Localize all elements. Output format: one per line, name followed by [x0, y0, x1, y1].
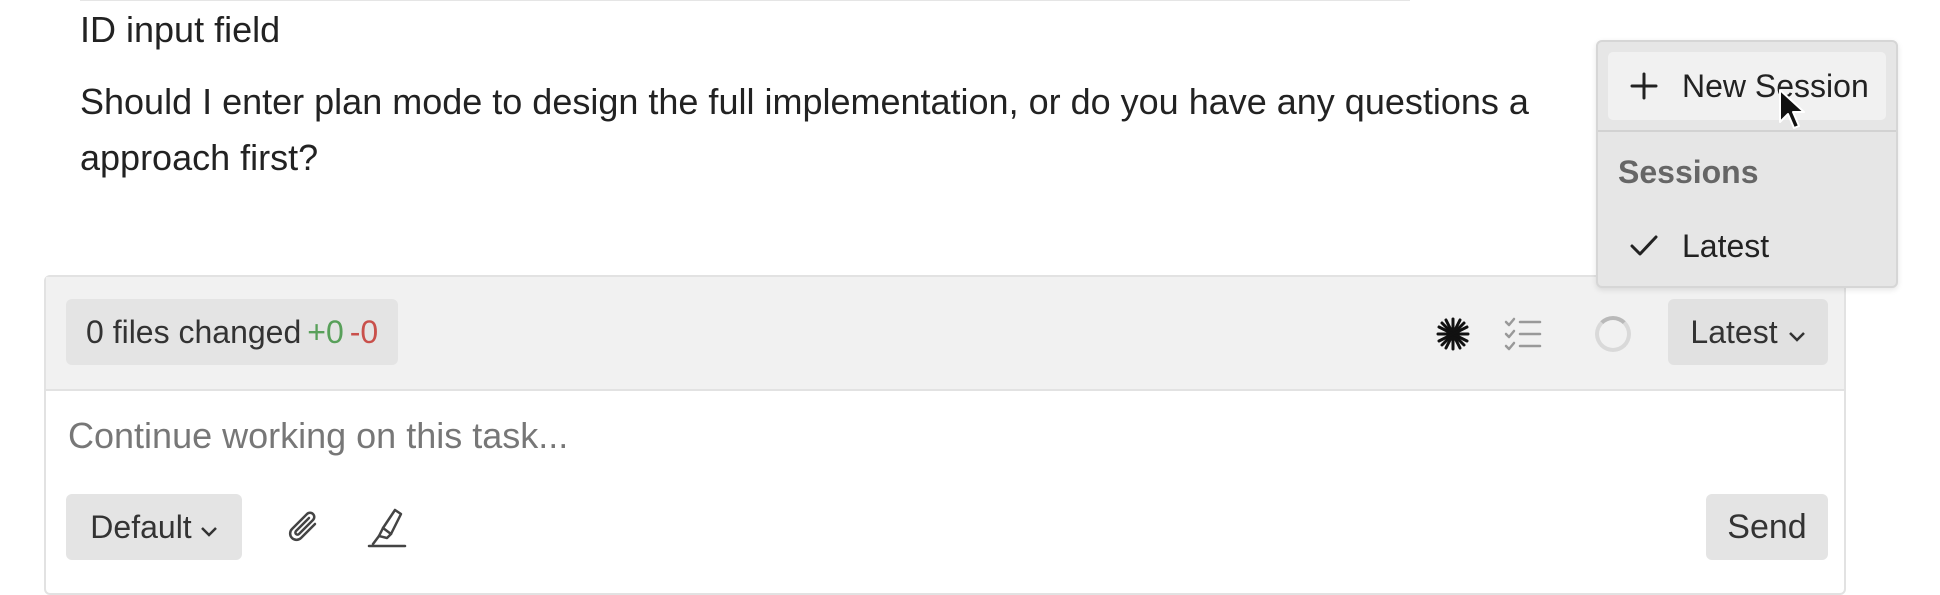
chevron-down-icon [1788, 314, 1806, 351]
task-composer: 0 files changed +0 -0 Latest Continue wo… [44, 275, 1846, 595]
chevron-down-icon [200, 509, 218, 546]
sessions-section-title: Sessions [1618, 154, 1759, 190]
session-item-label: Latest [1682, 227, 1770, 264]
mouse-cursor-icon [1778, 88, 1806, 130]
message-text: Should I enter plan mode to design the f… [80, 74, 1640, 186]
new-session-label: New Session [1682, 67, 1869, 104]
deletions-count: -0 [349, 314, 379, 350]
mode-select-button[interactable]: Default [66, 494, 242, 560]
message-heading: ID input field [80, 9, 281, 50]
task-input[interactable] [66, 407, 1810, 465]
checklist-icon[interactable] [1500, 311, 1546, 357]
plus-icon [1626, 68, 1662, 104]
session-dropdown-menu: New Session Sessions Latest [1596, 40, 1898, 288]
message-line: approach first? [80, 137, 319, 178]
session-select-label: Latest [1690, 313, 1778, 350]
message-line: Should I enter plan mode to design the f… [80, 81, 1529, 122]
new-session-menu-item[interactable]: New Session [1608, 52, 1886, 120]
check-icon [1626, 228, 1662, 264]
divider [80, 0, 1410, 1]
highlighter-icon[interactable] [364, 505, 410, 551]
menu-divider [1598, 130, 1896, 132]
paperclip-icon[interactable] [282, 505, 328, 551]
files-changed-button[interactable]: 0 files changed +0 -0 [66, 299, 399, 365]
mode-select-label: Default [90, 508, 192, 545]
send-button[interactable]: Send [1706, 494, 1828, 560]
files-changed-label: 0 files changed [86, 314, 302, 350]
session-select-button[interactable]: Latest [1668, 299, 1828, 365]
asterisk-icon[interactable] [1430, 311, 1476, 357]
spinner-icon [1590, 311, 1636, 357]
status-bar: 0 files changed +0 -0 Latest [46, 277, 1844, 391]
additions-count: +0 [307, 314, 344, 350]
session-menu-item-latest[interactable]: Latest [1608, 218, 1886, 274]
